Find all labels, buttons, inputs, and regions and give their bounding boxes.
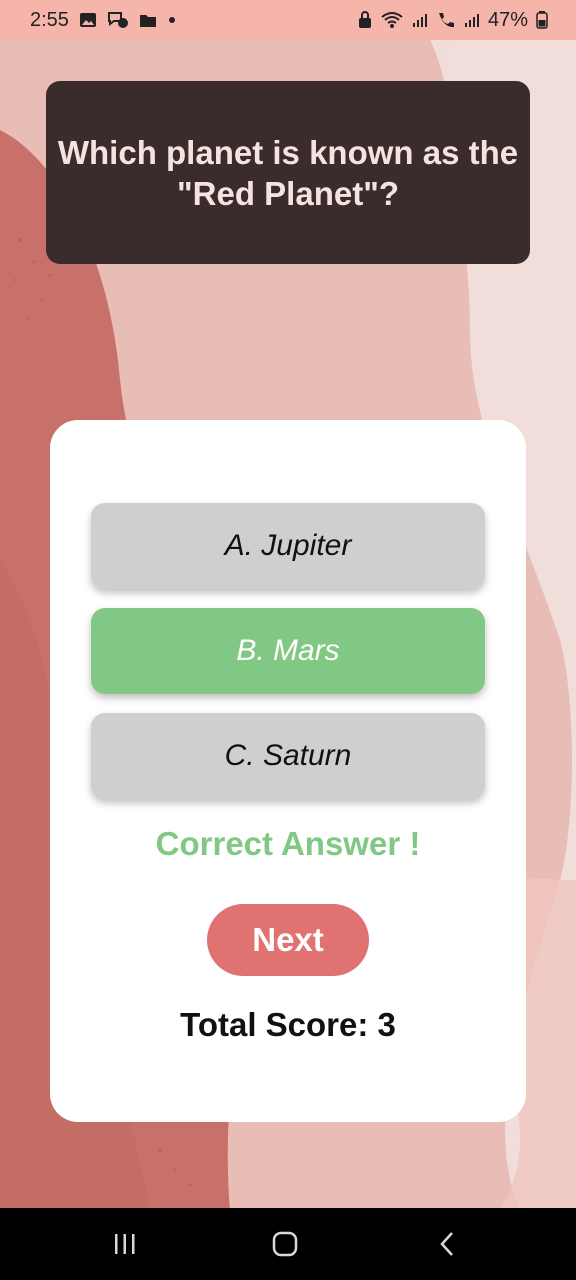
status-time: 2:55 (30, 8, 69, 31)
question-text: Which planet is known as the "Red Planet… (57, 133, 519, 212)
total-score: Total Score: 3 (180, 1006, 396, 1043)
answer-feedback: Correct Answer ! (155, 825, 421, 862)
next-button[interactable]: Next (207, 904, 369, 976)
recent-apps-icon[interactable] (80, 1208, 170, 1280)
call-icon (436, 11, 456, 29)
option-c-button[interactable]: C. Saturn (91, 713, 485, 799)
option-b-button[interactable]: B. Mars (91, 608, 485, 694)
answer-card: A. Jupiter B. Mars C. Saturn Correct Ans… (50, 420, 526, 1122)
option-a-button[interactable]: A. Jupiter (91, 503, 485, 589)
dot-icon (167, 15, 177, 25)
signal-icon (412, 12, 428, 28)
question-card: Which planet is known as the "Red Planet… (46, 81, 530, 264)
battery-percent: 47% (487, 8, 528, 31)
signal-icon (464, 12, 480, 28)
home-icon[interactable] (240, 1208, 330, 1280)
navigation-bar (0, 1208, 576, 1280)
messenger-icon (107, 11, 129, 29)
wifi-icon (380, 11, 404, 29)
gallery-icon (79, 12, 97, 28)
lock-icon (358, 11, 372, 29)
back-icon[interactable] (402, 1208, 492, 1280)
battery-icon (536, 11, 548, 29)
status-bar: 2:55 47% (0, 0, 576, 40)
folder-icon (139, 12, 157, 28)
